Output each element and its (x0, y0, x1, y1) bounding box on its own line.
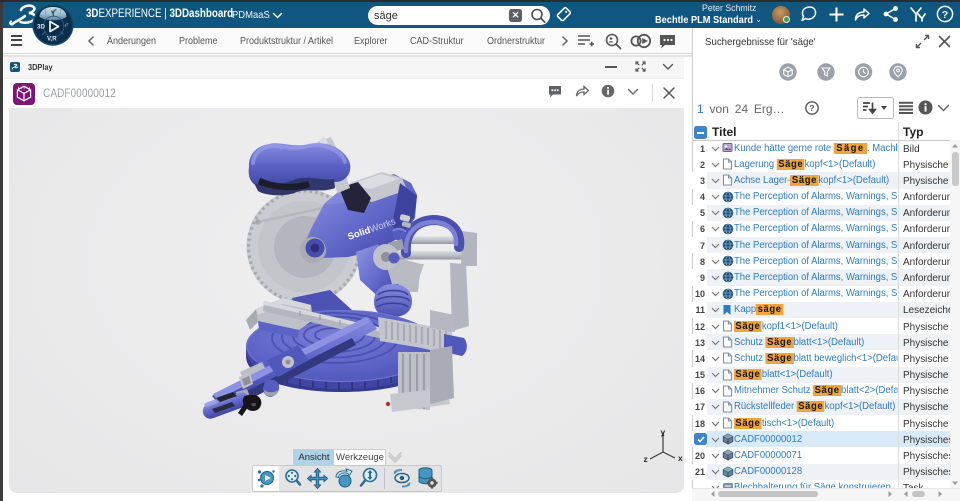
svg-text:3D: 3D (37, 24, 45, 31)
svg-text:z: z (644, 454, 648, 464)
svg-text:V,R: V,R (47, 36, 57, 43)
svg-text:?: ? (942, 9, 948, 21)
svg-text:y: y (661, 428, 666, 437)
svg-text:i²: i² (65, 23, 68, 29)
svg-text:x: x (678, 453, 683, 463)
svg-text:?: ? (809, 103, 814, 113)
